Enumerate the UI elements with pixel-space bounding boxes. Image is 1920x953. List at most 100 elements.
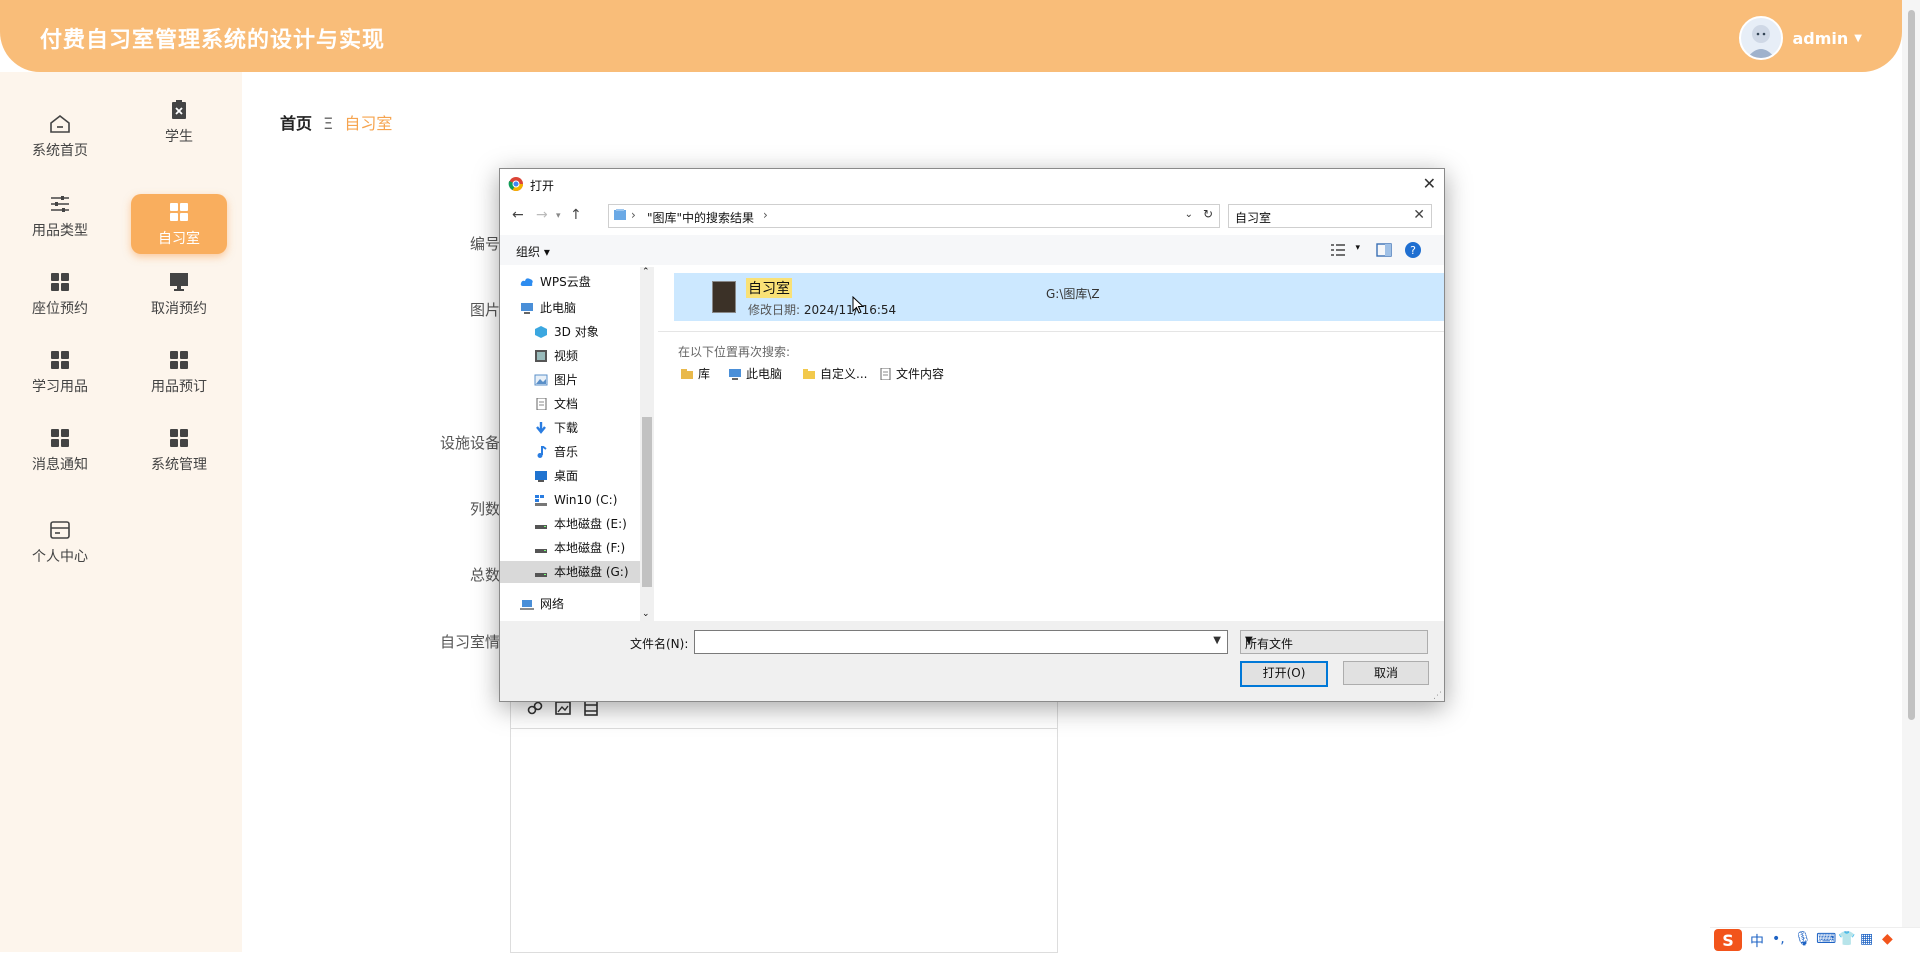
location-label: 文件内容 xyxy=(896,367,945,381)
sidebar-item-supply-type[interactable]: 用品类型 xyxy=(12,186,108,246)
location-label: 自定义... xyxy=(820,367,868,381)
field-label-total: 总数 xyxy=(469,566,500,584)
sidebar-item-notifications[interactable]: 消息通知 xyxy=(12,420,108,480)
tree-item-downloads[interactable]: 下载 xyxy=(534,417,578,439)
sidebar-item-seat-booking[interactable]: 座位预约 xyxy=(12,264,108,324)
result-modified: 修改日期: 2024/11/ 16:54 xyxy=(748,301,896,318)
preview-pane-icon[interactable] xyxy=(1376,243,1392,257)
forward-icon[interactable]: → xyxy=(536,207,548,223)
tree-item-drive-e[interactable]: 本地磁盘 (E:) xyxy=(534,513,627,535)
tree-item-wps-cloud[interactable]: WPS云盘 xyxy=(520,271,591,293)
scroll-up-icon[interactable]: ⌃ xyxy=(642,267,650,277)
username: admin xyxy=(1792,28,1849,48)
tree-item-videos[interactable]: 视频 xyxy=(534,345,578,367)
search-location-custom[interactable]: 自定义... xyxy=(802,365,867,382)
open-button[interactable]: 打开(O) xyxy=(1240,661,1328,687)
page-scrollbar[interactable] xyxy=(1902,0,1920,952)
dialog-title: 打开 xyxy=(530,179,555,193)
sidebar-item-label: 取消预约 xyxy=(151,301,207,317)
picture-icon xyxy=(534,374,548,386)
breadcrumb: 首页 Ξ 自习室 xyxy=(280,110,392,134)
sliders-icon xyxy=(51,196,69,212)
view-options-icon[interactable] xyxy=(1330,243,1346,257)
tree-item-3d-objects[interactable]: 3D 对象 xyxy=(534,321,599,343)
tree-item-pictures[interactable]: 图片 xyxy=(534,369,578,391)
search-location-this-pc[interactable]: 此电脑 xyxy=(728,365,782,382)
sidebar-item-home[interactable]: 系统首页 xyxy=(12,106,108,166)
help-icon[interactable]: ? xyxy=(1404,241,1422,259)
tree-item-drive-c[interactable]: Win10 (C:) xyxy=(534,489,617,511)
music-icon xyxy=(537,446,547,458)
tree-item-music[interactable]: 音乐 xyxy=(534,441,578,463)
video-icon xyxy=(535,350,547,362)
field-label-number: 编号 xyxy=(469,235,500,253)
field-label-details: 自习室情 xyxy=(439,633,500,651)
result-name: 自习室 xyxy=(746,278,792,298)
file-thumbnail xyxy=(712,281,736,313)
keyboard-icon[interactable]: ⌨ xyxy=(1816,931,1836,947)
sidebar-item-system-admin[interactable]: 系统管理 xyxy=(131,420,227,480)
skin-icon[interactable]: 👕 xyxy=(1838,931,1855,947)
tree-item-label: 音乐 xyxy=(554,445,579,459)
search-location-file-contents[interactable]: 文件内容 xyxy=(878,365,944,382)
sogou-logo-icon[interactable]: S xyxy=(1714,929,1742,951)
tree-item-desktop[interactable]: 桌面 xyxy=(534,465,578,487)
toolbox-icon[interactable]: ▦ xyxy=(1860,931,1873,947)
sidebar-item-profile[interactable]: 个人中心 xyxy=(12,512,108,572)
punctuation-icon[interactable]: •, xyxy=(1772,931,1785,947)
drive-icon xyxy=(535,549,547,553)
sidebar-item-student[interactable]: 学生 xyxy=(131,92,227,152)
back-icon[interactable]: ← xyxy=(512,207,524,223)
up-icon[interactable]: ↑ xyxy=(570,207,582,223)
image-icon[interactable] xyxy=(555,700,571,716)
clipboard-icon xyxy=(172,100,186,119)
tree-item-documents[interactable]: 文档 xyxy=(534,393,578,415)
clear-search-icon[interactable]: ✕ xyxy=(1413,207,1425,223)
card-icon xyxy=(50,521,70,539)
tree-item-label: 本地磁盘 (G:) xyxy=(554,565,629,579)
sidebar-item-cancel-booking[interactable]: 取消预约 xyxy=(131,264,227,324)
scroll-down-icon[interactable]: ⌄ xyxy=(642,609,650,619)
refresh-icon[interactable]: ↻ xyxy=(1203,207,1213,221)
download-icon xyxy=(536,422,546,434)
tree-item-drive-g[interactable]: 本地磁盘 (G:) xyxy=(500,561,640,583)
search-input[interactable]: 自习室 ✕ xyxy=(1228,204,1432,228)
cancel-button[interactable]: 取消 xyxy=(1343,661,1429,685)
user-menu[interactable]: admin ▼ xyxy=(1738,16,1862,60)
sogou-menu-icon[interactable]: ◆ xyxy=(1882,931,1893,947)
page-scrollbar-thumb[interactable] xyxy=(1908,10,1915,720)
filename-input[interactable]: ▼ xyxy=(694,630,1228,654)
breadcrumb-home[interactable]: 首页 xyxy=(280,114,312,133)
svg-text:S: S xyxy=(1722,931,1734,950)
address-bar[interactable]: › "图库"中的搜索结果 › ⌄ ↻ xyxy=(608,204,1220,228)
tree-scrollbar[interactable]: ⌃ ⌄ xyxy=(640,267,654,621)
search-location-library[interactable]: 库 xyxy=(680,365,710,382)
navigation-bar: ← → ▾ ↑ › "图库"中的搜索结果 › ⌄ ↻ 自习室 ✕ xyxy=(500,203,1444,231)
dialog-titlebar[interactable]: 打开 ✕ xyxy=(500,169,1444,199)
sidebar-item-label: 座位预约 xyxy=(32,301,88,317)
tree-scrollbar-thumb[interactable] xyxy=(642,417,652,587)
sidebar-item-study-supplies[interactable]: 学习用品 xyxy=(12,342,108,402)
rich-text-editor[interactable] xyxy=(510,690,1058,953)
sidebar-item-supply-order[interactable]: 用品预订 xyxy=(131,342,227,402)
filetype-select[interactable]: 所有文件 ▼ xyxy=(1240,630,1428,654)
tree-item-this-pc[interactable]: 此电脑 xyxy=(520,297,576,319)
result-item[interactable]: 自习室 修改日期: 2024/11/ 16:54 G:\图库\Z xyxy=(674,273,1444,321)
ime-mode[interactable]: 中 xyxy=(1750,931,1764,951)
tree-item-network[interactable]: 网络 xyxy=(520,593,564,615)
resize-grip-icon[interactable]: ⋰ xyxy=(1433,691,1442,701)
dialog-footer: 文件名(N): ▼ 所有文件 ▼ 打开(O) 取消 ⋰ xyxy=(500,621,1444,701)
view-dropdown-icon[interactable]: ▾ xyxy=(1355,243,1360,253)
link-icon[interactable] xyxy=(527,700,543,716)
windows-drive-icon xyxy=(535,495,547,506)
library-icon xyxy=(614,209,626,220)
video-icon[interactable] xyxy=(583,700,599,716)
microphone-icon[interactable]: 🎙 xyxy=(1794,931,1812,947)
chevron-down-icon[interactable]: ▼ xyxy=(1213,635,1221,646)
organize-menu[interactable]: 组织 ▾ xyxy=(516,243,550,260)
address-dropdown-icon[interactable]: ⌄ xyxy=(1185,209,1193,220)
sidebar-item-study-room[interactable]: 自习室 xyxy=(131,194,227,254)
tree-item-drive-f[interactable]: 本地磁盘 (F:) xyxy=(534,537,625,559)
close-icon[interactable]: ✕ xyxy=(1423,174,1436,193)
recent-dropdown-icon[interactable]: ▾ xyxy=(556,211,561,221)
